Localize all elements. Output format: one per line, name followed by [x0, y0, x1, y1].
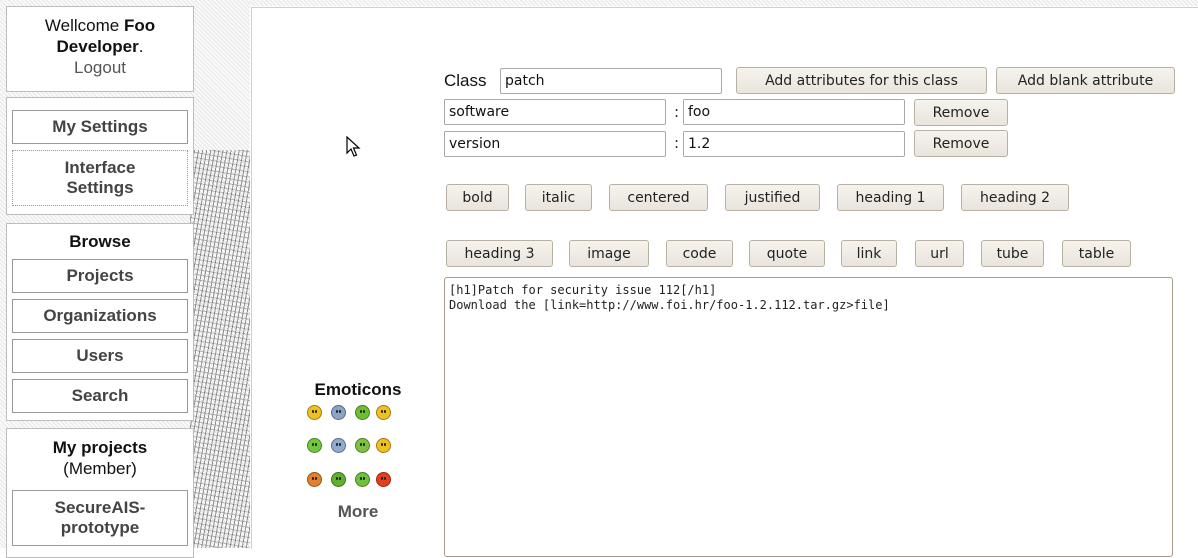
interface-settings-label-1: Interface: [64, 158, 136, 177]
interface-settings-button[interactable]: Interface Settings: [12, 150, 188, 206]
tube-button[interactable]: tube: [981, 240, 1044, 267]
welcome-box: Wellcome Foo Developer. Logout: [6, 6, 194, 92]
emoticon-smile-green-icon[interactable]: [307, 438, 322, 453]
add-attributes-for-class-button[interactable]: Add attributes for this class: [736, 67, 987, 94]
justified-button[interactable]: justified: [725, 184, 820, 211]
heading-2-button[interactable]: heading 2: [961, 184, 1069, 211]
browse-organizations-button[interactable]: Organizations: [12, 299, 188, 333]
more-emoticons-link[interactable]: More: [303, 502, 413, 522]
emoticon-grin-icon[interactable]: [376, 405, 391, 420]
browse-projects-button[interactable]: Projects: [12, 259, 188, 293]
table-button[interactable]: table: [1062, 240, 1131, 267]
emoticon-wide-eyes-blue-icon[interactable]: [331, 438, 346, 453]
emoticon-tongue-green-icon[interactable]: [355, 405, 370, 420]
attribute-value-input[interactable]: [683, 131, 905, 157]
browse-box: Browse Projects Organizations Users Sear…: [6, 223, 194, 421]
class-input[interactable]: [500, 68, 722, 94]
logout-link[interactable]: Logout: [74, 58, 126, 77]
link-button[interactable]: link: [841, 240, 897, 267]
browse-heading: Browse: [69, 232, 131, 251]
class-label: Class: [444, 71, 487, 90]
my-settings-button[interactable]: My Settings: [12, 110, 188, 144]
attribute-separator: :: [674, 134, 680, 152]
project-label-1: SecureAIS-: [54, 498, 146, 517]
emoticon-eyes-green-icon[interactable]: [355, 472, 370, 487]
emoticon-angry-orange-icon[interactable]: [307, 472, 322, 487]
bold-button[interactable]: bold: [446, 184, 509, 211]
my-projects-heading: My projects (Member): [7, 437, 193, 479]
attribute-value-input[interactable]: [683, 99, 905, 125]
welcome-period: .: [138, 37, 144, 56]
emoticon-mad-red-icon[interactable]: [376, 472, 391, 487]
emoticon-smile-icon[interactable]: [307, 405, 322, 420]
user-last-name: Developer: [56, 37, 139, 56]
background-sketch-image: [190, 150, 250, 548]
my-projects-role: (Member): [63, 459, 137, 478]
project-secureais-prototype-button[interactable]: SecureAIS- prototype: [12, 490, 188, 546]
emoticon-confused-icon[interactable]: [355, 438, 370, 453]
attribute-key-input[interactable]: [444, 99, 666, 125]
quote-button[interactable]: quote: [749, 240, 825, 267]
welcome-text: Wellcome Foo Developer. Logout: [7, 15, 193, 78]
settings-box: My Settings Interface Settings: [6, 97, 194, 215]
top-background-strip: [250, 0, 1198, 6]
emoticon-sad-blue-icon[interactable]: [331, 405, 346, 420]
my-projects-box: My projects (Member) SecureAIS- prototyp…: [6, 428, 194, 558]
emoticon-sick-green-icon[interactable]: [331, 472, 346, 487]
centered-button[interactable]: centered: [609, 184, 708, 211]
post-editor-textarea[interactable]: [h1]Patch for security issue 112[/h1] Do…: [444, 277, 1173, 557]
user-first-name: Foo: [123, 16, 156, 35]
browse-search-button[interactable]: Search: [12, 379, 188, 413]
attribute-key-input[interactable]: [444, 131, 666, 157]
emoticons-heading: Emoticons: [314, 380, 402, 399]
project-label-2: prototype: [60, 518, 140, 537]
code-button[interactable]: code: [666, 240, 733, 267]
interface-settings-label-2: Settings: [66, 178, 134, 197]
mouse-cursor-icon: [346, 136, 361, 157]
remove-attribute-button[interactable]: Remove: [914, 99, 1008, 126]
my-projects-title: My projects: [52, 438, 148, 457]
emoticon-cool-icon[interactable]: [376, 438, 391, 453]
heading-1-button[interactable]: heading 1: [837, 184, 944, 211]
add-blank-attribute-button[interactable]: Add blank attribute: [996, 67, 1175, 94]
url-button[interactable]: url: [915, 240, 964, 267]
heading-3-button[interactable]: heading 3: [446, 240, 553, 267]
image-button[interactable]: image: [569, 240, 649, 267]
italic-button[interactable]: italic: [525, 184, 592, 211]
attribute-separator: :: [674, 103, 680, 121]
welcome-prefix: Wellcome: [44, 16, 120, 35]
browse-users-button[interactable]: Users: [12, 339, 188, 373]
remove-attribute-button[interactable]: Remove: [914, 130, 1008, 157]
